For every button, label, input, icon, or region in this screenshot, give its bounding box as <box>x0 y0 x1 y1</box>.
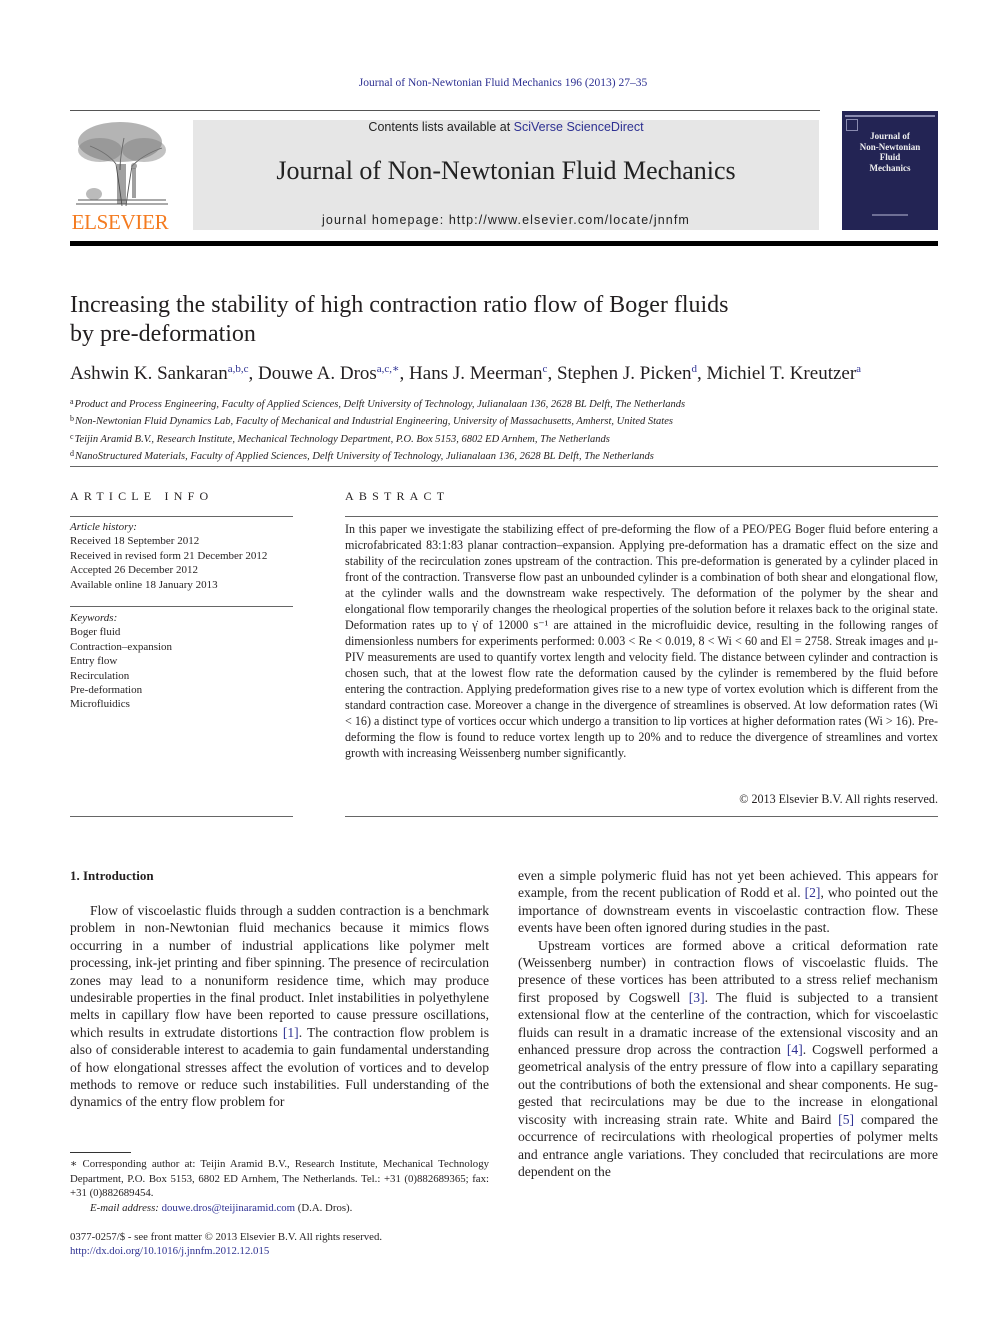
body-column-left: Flow of viscoelastic fluids through a su… <box>70 902 489 1111</box>
history-item: Received in revised form 21 December 201… <box>70 549 268 562</box>
keywords-label: Keywords: <box>70 612 118 624</box>
author-separator: , <box>547 363 557 384</box>
keyword-item: Contraction–expansion <box>70 640 173 653</box>
abstract-heading: ABSTRACT <box>345 489 450 503</box>
affiliation-item: dNanoStructured Materials, Faculty of Ap… <box>70 447 950 464</box>
author-name: Hans J. Meerman <box>409 363 543 384</box>
citation-link[interactable]: [4] <box>787 1042 803 1057</box>
article-info-rule <box>70 816 293 817</box>
header-top-rule <box>70 110 820 111</box>
history-item: Accepted 26 December 2012 <box>70 564 198 577</box>
footnote-corresponding: ∗ Corresponding author at: Teijin Aramid… <box>70 1157 489 1201</box>
affiliation-item: cTeijin Aramid B.V., Research Institute,… <box>70 430 950 447</box>
affiliation-text: Teijin Aramid B.V., Research Institute, … <box>74 433 610 445</box>
footnote-text: ∗ Corresponding author at: Teijin Aramid… <box>70 1158 489 1200</box>
keywords-block: Keywords: Boger fluid Contraction–expans… <box>70 611 310 712</box>
abstract-text: In this paper we investigate the stabili… <box>345 522 938 760</box>
keyword-item: Microfluidics <box>70 698 130 711</box>
journal-title: Journal of Non-Newtonian Fluid Mechanics <box>276 156 736 185</box>
article-info-rule <box>70 516 293 517</box>
author-separator: , <box>697 363 707 384</box>
keyword-item: Pre-deformation <box>70 684 143 697</box>
email-link[interactable]: douwe.dros@teijinaramid.com <box>162 1202 295 1214</box>
sciencedirect-link[interactable]: SciVerse ScienceDirect <box>514 120 644 134</box>
affiliation-key: c <box>70 431 74 441</box>
doi-link[interactable]: http://dx.doi.org/10.1016/j.jnnfm.2012.1… <box>70 1245 269 1257</box>
abstract-rule <box>345 516 938 517</box>
author-name: Michiel T. Kreutzer <box>706 363 857 384</box>
affiliation-text: Product and Process Engineering, Faculty… <box>74 399 686 410</box>
affiliation-text: Non-Newtonian Fluid Dynamics Lab, Facult… <box>75 416 673 428</box>
citation-link[interactable]: [1] <box>283 1025 299 1040</box>
author-list: Ashwin K. Sankarana,b,c, Douwe A. Drosa,… <box>70 362 950 385</box>
keyword-item: Boger fluid <box>70 626 121 639</box>
affiliation-item: bNon-Newtonian Fluid Dynamics Lab, Facul… <box>70 412 950 429</box>
abstract-copyright: © 2013 Elsevier B.V. All rights reserved… <box>739 792 938 806</box>
article-info-rule <box>70 606 293 607</box>
introduction-heading: 1. Introduction <box>70 868 154 883</box>
journal-banner: Contents lists available at SciVerse Sci… <box>193 120 819 230</box>
author-separator: , <box>399 363 410 384</box>
affiliation-text: NanoStructured Materials, Faculty of App… <box>75 450 654 462</box>
history-item: Received 18 September 2012 <box>70 535 200 548</box>
cover-title-line: Non-Newtonian <box>859 141 921 152</box>
affiliation-key: d <box>70 448 74 458</box>
section-divider <box>70 466 938 467</box>
cover-emblem-icon <box>846 119 858 131</box>
author-affiliation-link[interactable]: a,b,c <box>228 363 249 375</box>
cover-title-line: Mechanics <box>869 162 911 173</box>
body-text: Flow of viscoelastic fluids through a su… <box>70 903 489 1040</box>
journal-homepage[interactable]: journal homepage: http://www.elsevier.co… <box>193 213 819 227</box>
author-separator: , <box>248 363 259 384</box>
journal-reference-link[interactable]: Journal of Non-Newtonian Fluid Mechanics… <box>0 77 992 89</box>
contents-prefix: Contents lists available at <box>368 120 514 134</box>
front-matter: 0377-0257/$ - see front matter © 2013 El… <box>70 1230 490 1259</box>
cover-title-line: Fluid <box>879 152 901 162</box>
corresponding-author-footnote: ∗ Corresponding author at: Teijin Aramid… <box>70 1157 489 1215</box>
elsevier-logo[interactable]: ELSEVIER <box>70 120 170 234</box>
body-paragraph: Upstream vortices are formed above a cri… <box>518 937 938 1181</box>
body-paragraph: Flow of viscoelastic fluids through a su… <box>70 902 489 1111</box>
footnote-rule <box>70 1152 131 1153</box>
author-name: Douwe A. Dros <box>258 363 377 384</box>
article-title: Increasing the stability of high contrac… <box>70 291 930 349</box>
affiliation-key: a <box>70 397 74 406</box>
citation-link[interactable]: [3] <box>689 990 705 1005</box>
history-label: Article history: <box>70 521 137 533</box>
keyword-item: Entry flow <box>70 655 118 668</box>
author-affiliation-link[interactable]: a,c,∗ <box>377 363 400 375</box>
citation-link[interactable]: [2] <box>805 885 821 900</box>
affiliation-key: b <box>70 414 74 424</box>
author-name: Ashwin K. Sankaran <box>70 363 228 384</box>
citation-link[interactable]: [5] <box>838 1112 854 1127</box>
author-affiliation-link[interactable]: a <box>856 363 861 375</box>
article-info-heading: ARTICLE INFO <box>70 489 214 503</box>
affiliation-item: aProduct and Process Engineering, Facult… <box>70 395 950 412</box>
issn-line: 0377-0257/$ - see front matter © 2013 El… <box>70 1231 383 1243</box>
title-line: by pre-deformation <box>70 321 256 347</box>
affiliation-list: aProduct and Process Engineering, Facult… <box>70 395 950 464</box>
body-paragraph: even a simple polymeric fluid has not ye… <box>518 867 938 937</box>
cover-top-band <box>845 115 935 117</box>
cover-footer-mark <box>872 214 908 216</box>
abstract-rule <box>345 816 938 817</box>
email-suffix: (D.A. Dros). <box>295 1201 353 1214</box>
body-column-right: even a simple polymeric fluid has not ye… <box>518 867 938 1180</box>
history-item: Available online 18 January 2013 <box>70 578 218 591</box>
email-label: E-mail address: <box>90 1201 162 1214</box>
contents-line: Contents lists available at SciVerse Sci… <box>193 120 819 134</box>
elsevier-tree-icon <box>76 122 168 207</box>
elsevier-wordmark: ELSEVIER <box>71 210 169 234</box>
title-line: Increasing the stability of high contrac… <box>70 292 729 318</box>
header-thick-rule <box>70 241 938 246</box>
author-name: Stephen J. Picken <box>556 363 692 384</box>
article-history: Article history: Received 18 September 2… <box>70 520 310 592</box>
cover-title-line: Journal of <box>870 131 910 141</box>
cover-title: Journal of Non-Newtonian Fluid Mechanics <box>842 131 938 173</box>
footnote-email-line: E-mail address: douwe.dros@teijinaramid.… <box>70 1201 489 1216</box>
journal-cover-image[interactable]: Journal of Non-Newtonian Fluid Mechanics <box>842 111 938 230</box>
keyword-item: Recirculation <box>70 669 130 682</box>
